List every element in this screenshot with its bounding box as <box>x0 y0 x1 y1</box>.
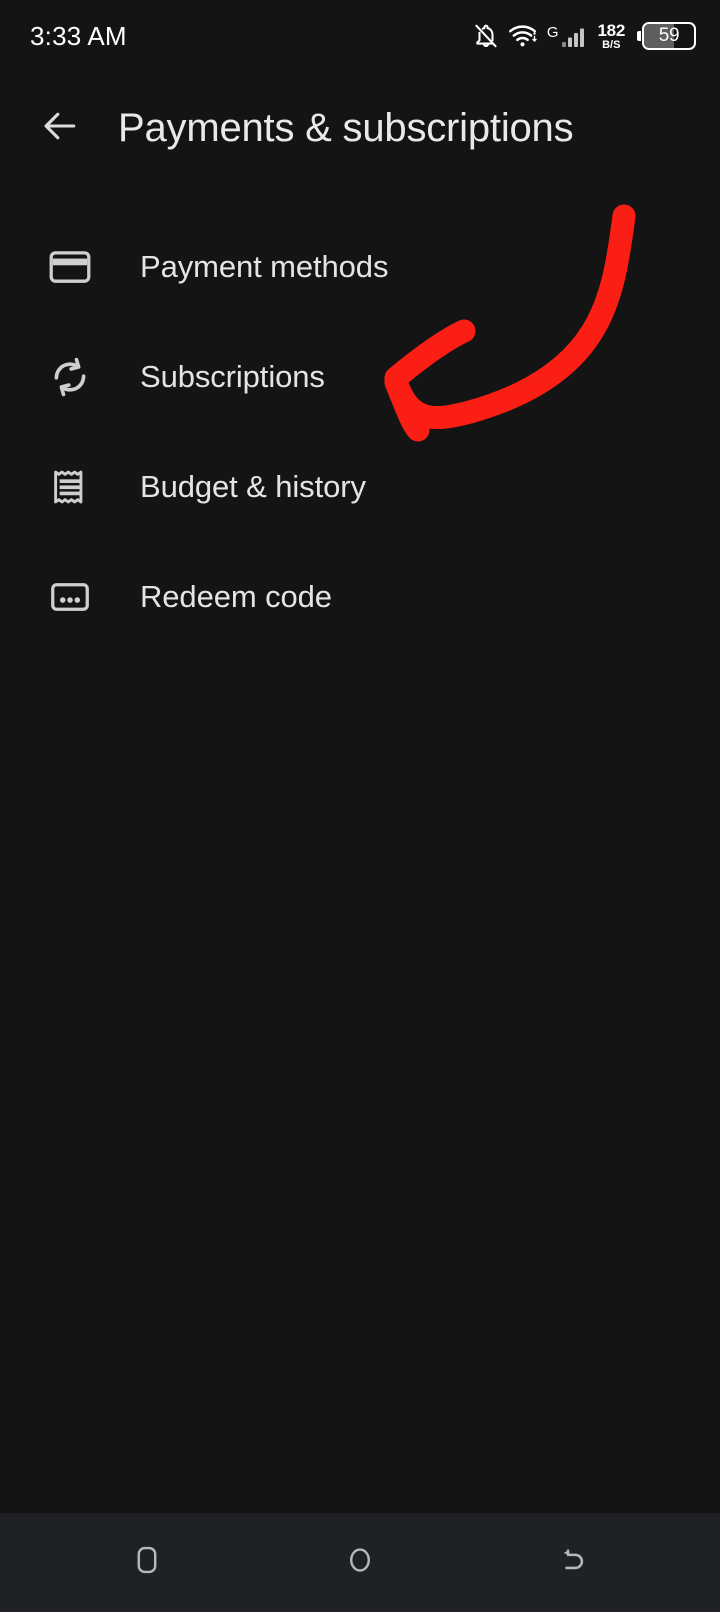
menu-item-label: Payment methods <box>140 249 389 284</box>
page-title: Payments & subscriptions <box>118 105 574 150</box>
home-button[interactable] <box>312 1528 408 1598</box>
data-speed-unit: B/S <box>602 38 621 51</box>
back-hook-icon <box>556 1543 590 1582</box>
settings-menu-list: Payment methods Subscriptions Budget & h… <box>0 212 720 652</box>
status-time: 3:33 AM <box>30 20 127 51</box>
recents-button[interactable] <box>99 1528 195 1598</box>
menu-item-subscriptions[interactable]: Subscriptions <box>0 322 720 432</box>
back-button[interactable] <box>525 1528 621 1598</box>
menu-item-payment-methods[interactable]: Payment methods <box>0 212 720 322</box>
battery-icon: 59 <box>637 22 696 50</box>
battery-body: 59 <box>642 22 696 50</box>
wifi-icon <box>508 23 538 49</box>
data-speed-indicator: 182 B/S <box>597 20 626 51</box>
battery-terminal <box>637 31 641 41</box>
menu-item-label: Redeem code <box>140 579 332 614</box>
battery-level-label: 59 <box>658 25 680 46</box>
signal-bars-icon: G <box>547 23 587 49</box>
network-type-label: G <box>546 24 559 41</box>
receipt-icon <box>0 464 140 510</box>
sync-refresh-icon <box>0 354 140 400</box>
data-speed-value: 182 <box>597 20 626 40</box>
bell-off-icon <box>473 23 499 49</box>
back-navigation-button[interactable] <box>32 100 88 156</box>
circle-icon <box>343 1543 377 1582</box>
credit-card-icon <box>0 244 140 290</box>
arrow-left-icon <box>38 104 82 153</box>
menu-item-label: Budget & history <box>140 469 366 504</box>
rounded-square-icon <box>130 1543 164 1582</box>
menu-item-budget-history[interactable]: Budget & history <box>0 432 720 542</box>
menu-item-label: Subscriptions <box>140 359 325 394</box>
redeem-dots-icon <box>0 574 140 620</box>
status-bar: 3:33 AM G 182 B/S 59 <box>0 0 720 72</box>
app-bar: Payments & subscriptions <box>0 86 720 170</box>
status-icons-group: G 182 B/S 59 <box>473 22 696 51</box>
system-navigation-bar <box>0 1513 720 1612</box>
menu-item-redeem-code[interactable]: Redeem code <box>0 542 720 652</box>
